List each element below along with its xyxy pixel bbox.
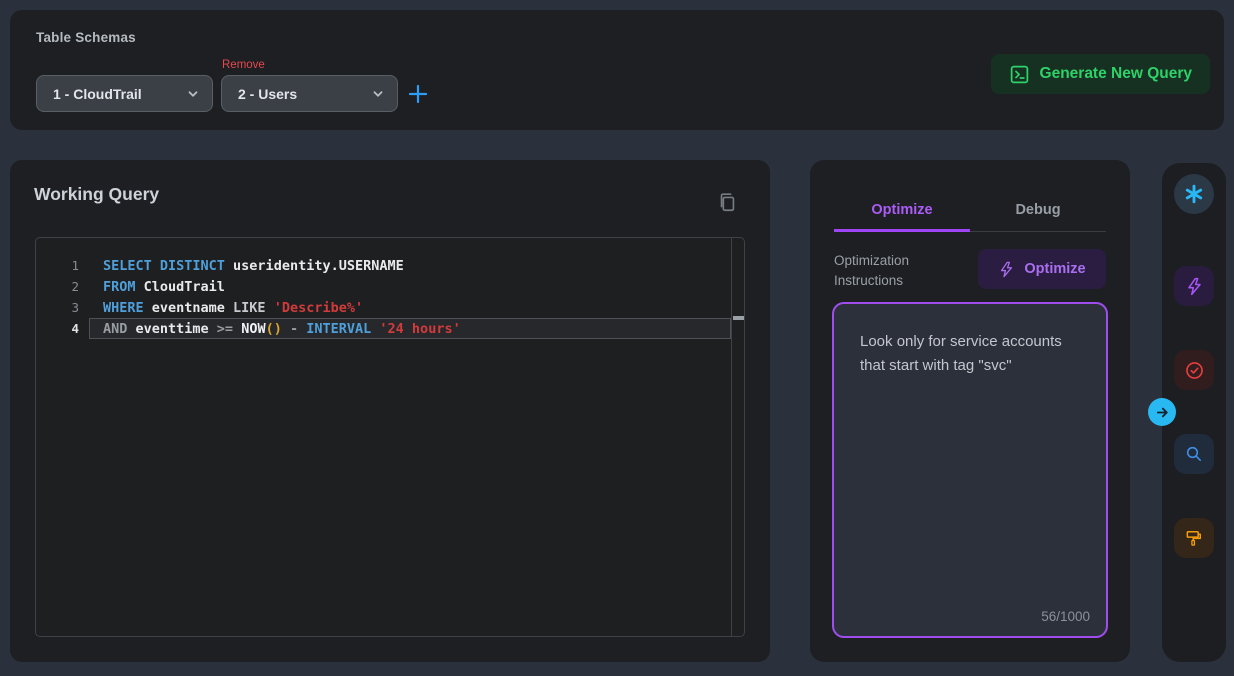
editor-scrollbar-thumb[interactable] [733,316,744,320]
generate-new-query-button[interactable]: Generate New Query [991,54,1210,94]
chevron-down-icon [186,87,200,101]
editor-scrollbar[interactable] [731,238,744,636]
working-query-panel: Working Query 1 SELECT DISTINCT userident… [10,160,770,662]
optimize-tool-button[interactable] [1174,266,1214,306]
tab-bar: Optimize Debug [834,182,1106,232]
code-text[interactable]: FROM CloudTrail [89,276,731,297]
code-line[interactable]: 3 WHERE eventname LIKE 'Describe%' [36,297,731,318]
tab-optimize[interactable]: Optimize [834,202,970,232]
app-root: Table Schemas 1 - CloudTrail Remove 2 - … [0,0,1234,676]
code-text[interactable]: WHERE eventname LIKE 'Describe%' [89,297,731,318]
search-tool-button[interactable] [1174,434,1214,474]
working-query-title: Working Query [34,184,159,205]
optimize-button[interactable]: Optimize [978,249,1106,289]
format-tool-button[interactable] [1174,518,1214,558]
check-circle-icon [1184,360,1205,381]
terminal-icon [1009,64,1030,85]
schema-select-2[interactable]: 2 - Users [221,75,398,112]
table-schemas-title: Table Schemas [36,30,136,45]
validate-tool-button[interactable] [1174,350,1214,390]
plus-icon [406,82,430,106]
line-number: 3 [36,297,79,318]
line-number: 4 [36,318,79,339]
copy-query-button[interactable] [714,190,740,216]
remove-schema-button[interactable]: Remove [222,59,265,71]
code-lines: 1 SELECT DISTINCT useridentity.USERNAME 2F… [36,255,731,339]
optimize-button-label: Optimize [1024,261,1085,277]
schema-select-1[interactable]: 1 - CloudTrail [36,75,213,112]
ai-assistant-button[interactable] [1174,174,1214,214]
paint-roller-icon [1184,528,1204,548]
schema-select-1-value: 1 - CloudTrail [53,86,186,102]
search-icon [1184,444,1204,464]
code-line[interactable]: 4 AND eventtime >= NOW() - INTERVAL '24 h… [36,318,731,339]
generate-new-query-label: Generate New Query [1040,65,1192,83]
code-text[interactable]: SELECT DISTINCT useridentity.USERNAME [89,255,731,276]
arrow-right-icon [1154,404,1171,421]
assistant-panel: Optimize Debug Optimization Instructions… [810,160,1130,662]
line-number: 2 [36,276,79,297]
code-text[interactable]: AND eventtime >= NOW() - INTERVAL '24 ho… [89,318,731,339]
asterisk-icon [1183,183,1205,205]
copy-icon [716,191,738,213]
tab-debug[interactable]: Debug [970,202,1106,232]
optimization-instructions-label: Optimization Instructions [834,251,974,291]
code-line[interactable]: 2 FROM CloudTrail [36,276,731,297]
chevron-down-icon [371,87,385,101]
sql-editor[interactable]: 1 SELECT DISTINCT useridentity.USERNAME 2F… [35,237,745,637]
lightning-icon [1185,277,1204,296]
schema-select-2-value: 2 - Users [238,86,371,102]
table-schemas-card: Table Schemas 1 - CloudTrail Remove 2 - … [10,10,1224,130]
lightning-icon [998,261,1015,278]
line-number: 1 [36,255,79,276]
sidebar-expand-button[interactable] [1148,398,1176,426]
instructions-textarea-wrap: 56/1000 [832,302,1108,638]
instructions-textarea[interactable] [834,304,1106,636]
add-schema-button[interactable] [403,79,433,109]
code-line[interactable]: 1 SELECT DISTINCT useridentity.USERNAME [36,255,731,276]
